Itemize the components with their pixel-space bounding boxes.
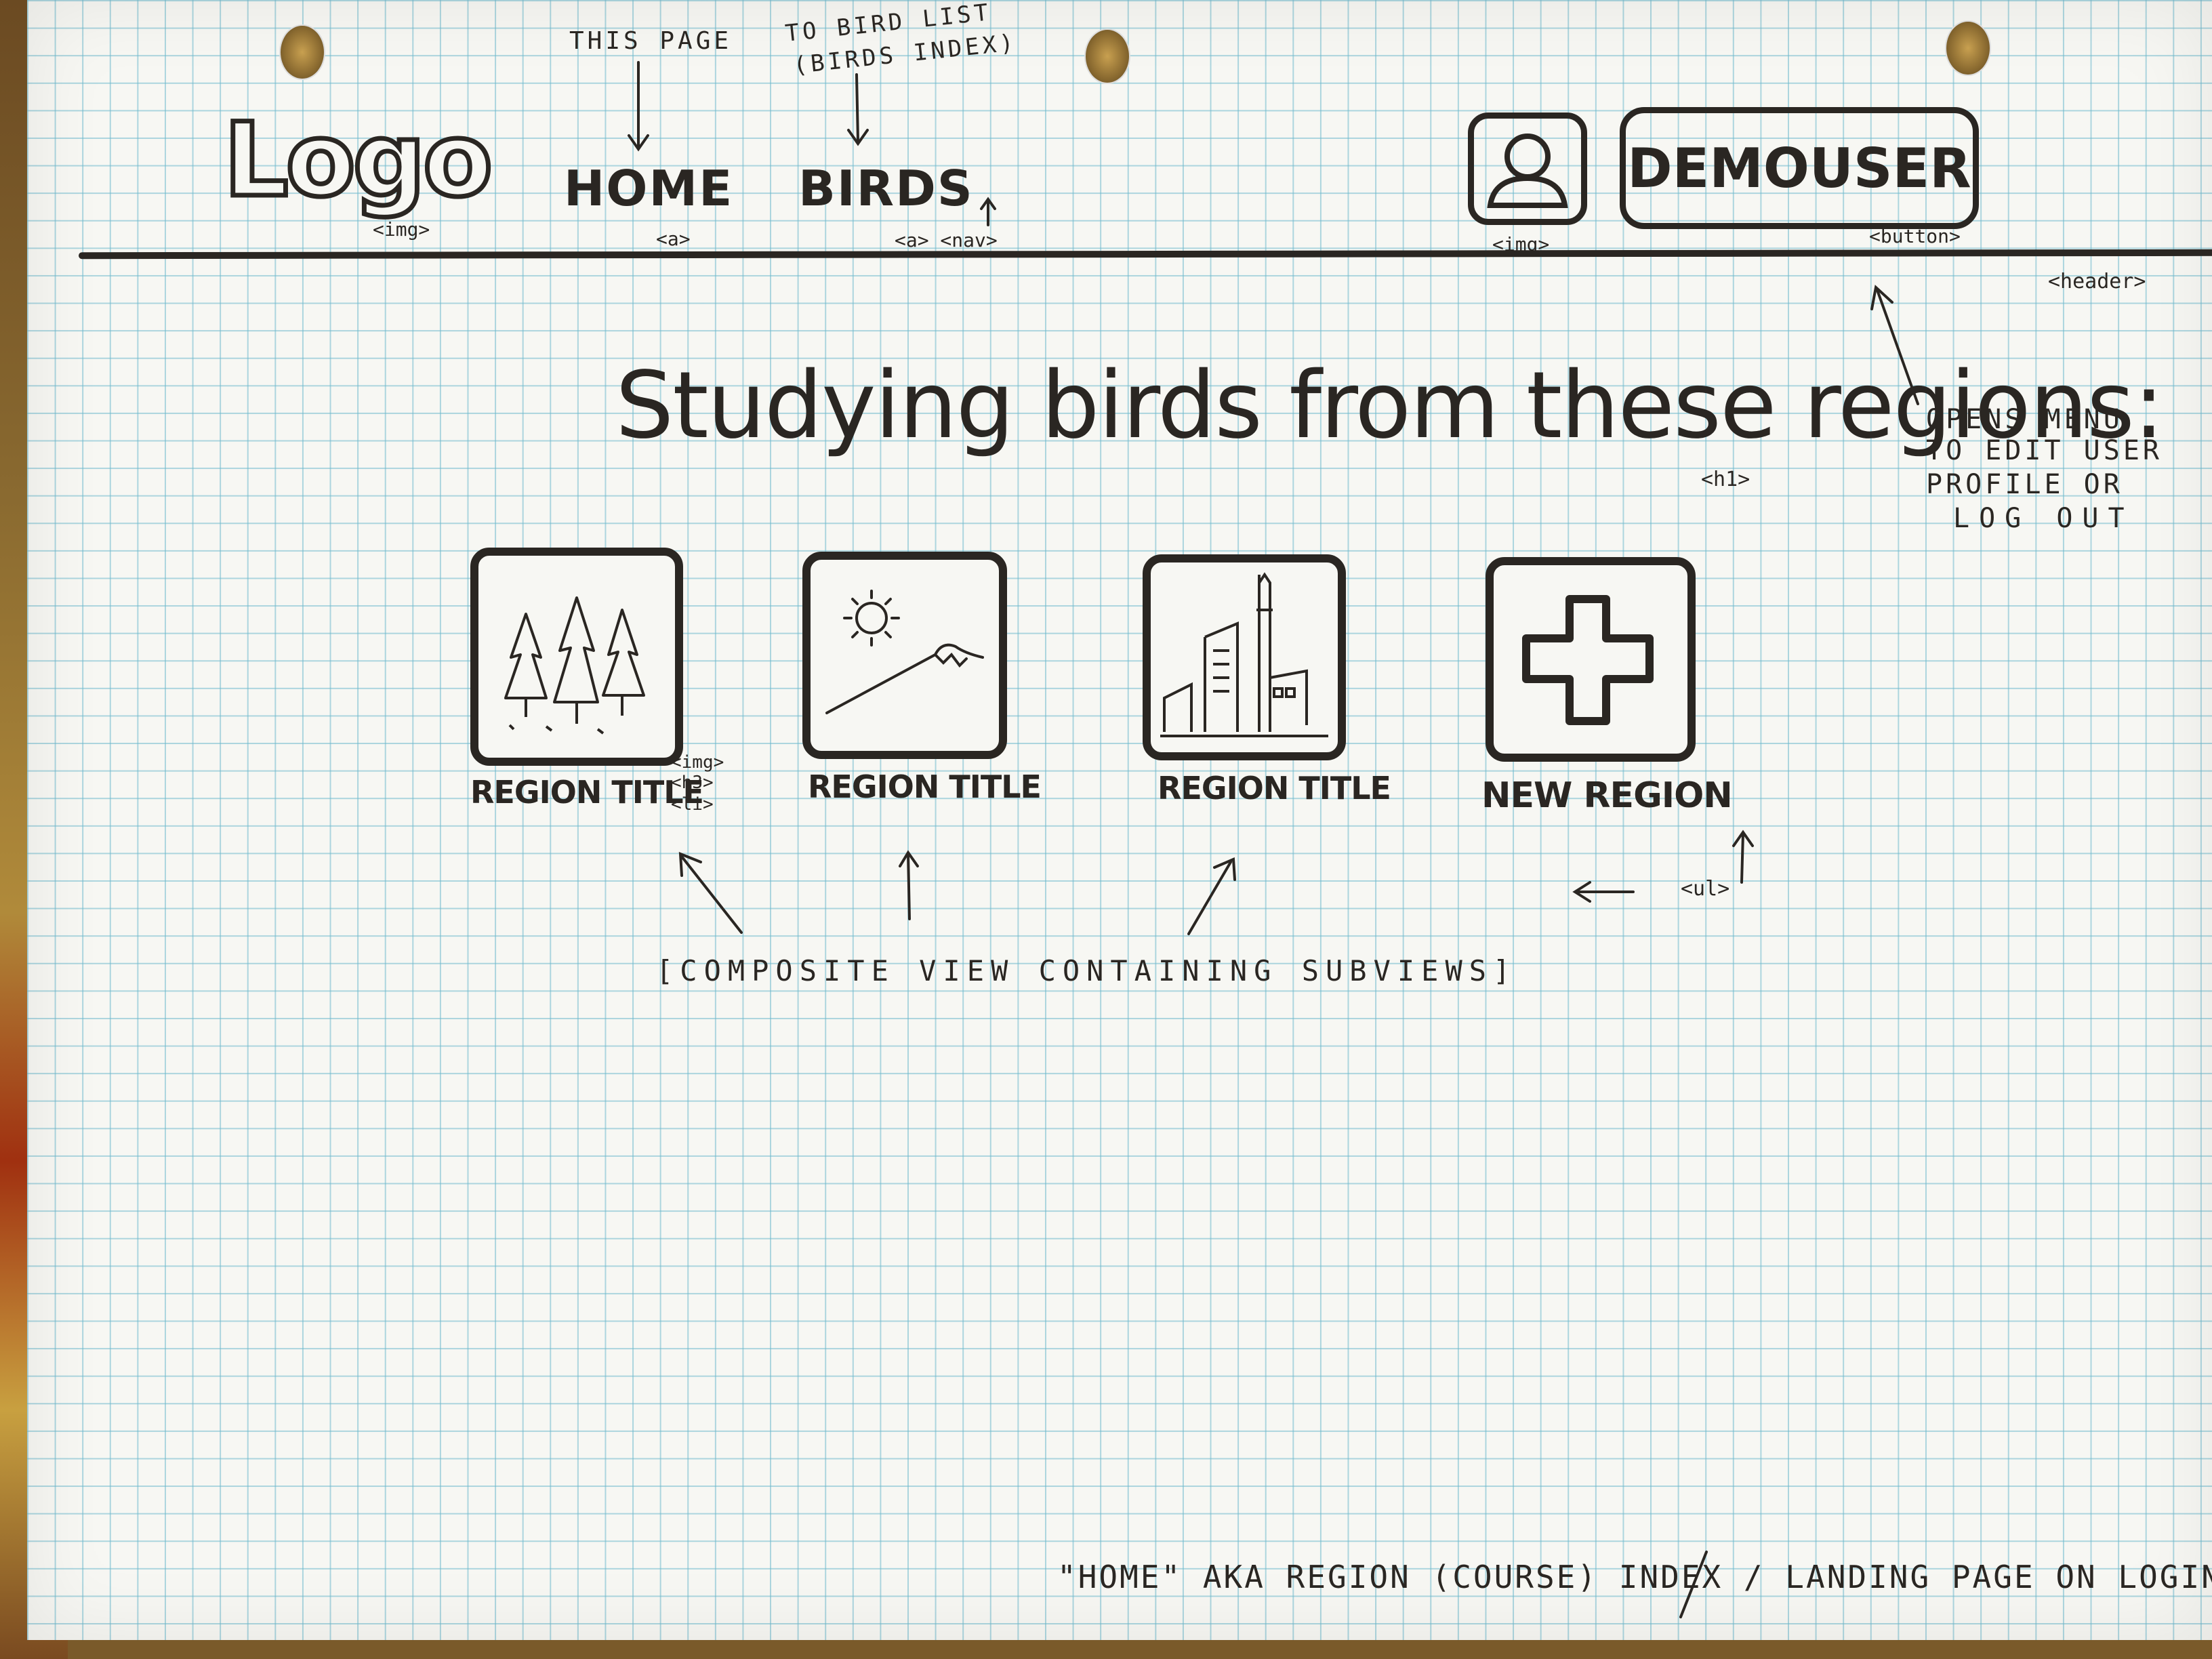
city-icon [1160, 572, 1328, 737]
opens-menu-note-3: PROFILE OR [1926, 469, 2123, 500]
h1-tag: <h1> [1701, 468, 1750, 491]
forest-icon [504, 596, 645, 735]
region-card[interactable]: REGION TITLE [470, 548, 704, 811]
region-thumbnail[interactable] [802, 552, 1007, 759]
region-thumbnail[interactable] [1143, 554, 1346, 760]
annotation-arrows [628, 61, 1919, 1618]
region-title: REGION TITLE [470, 774, 704, 811]
graph-paper-sheet: Logo <img> HOME BIRDS <a> <a> <nav> <img… [27, 0, 2212, 1640]
region-title: REGION TITLE [808, 769, 1042, 805]
footer-caption: "HOME" AKA REGION (COURSE) INDEX / LANDI… [1057, 1559, 2212, 1595]
new-region-card[interactable]: NEW REGION [1481, 557, 1733, 816]
opens-menu-note-4: LOG OUT [1953, 503, 2134, 534]
region-card[interactable]: REGION TITLE [802, 552, 1042, 805]
new-region-title: NEW REGION [1481, 775, 1733, 816]
mountain-sun-icon [825, 590, 984, 714]
ul-tag: <ul> [1681, 877, 1730, 901]
plus-icon [1522, 595, 1654, 725]
new-region-button[interactable] [1486, 557, 1696, 762]
composite-view-note: [COMPOSITE VIEW CONTAINING SUBVIEWS] [656, 954, 1517, 987]
region-h3-tag: <h3> [671, 773, 714, 793]
region-thumbnail[interactable] [470, 548, 683, 766]
region-card[interactable]: REGION TITLE [1143, 554, 1391, 806]
region-title: REGION TITLE [1158, 770, 1391, 806]
region-img-tag: <img> [671, 752, 724, 773]
region-li-tag: <li> [671, 794, 714, 815]
page-title: Studying birds from these regions: [615, 352, 2165, 459]
